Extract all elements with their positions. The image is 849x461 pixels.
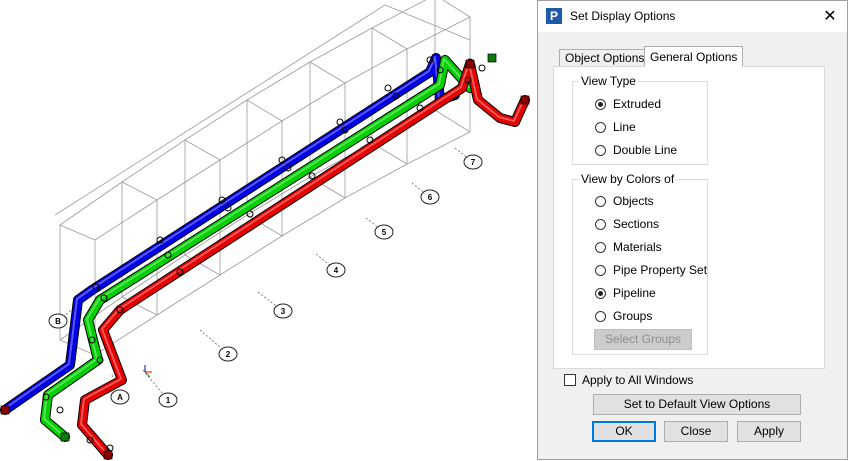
radio-label: Pipeline: [613, 286, 656, 300]
frame-member: [344, 163, 408, 199]
gridline-label: B: [55, 317, 61, 326]
radio-groups[interactable]: Groups: [595, 308, 652, 324]
select-groups-button[interactable]: Select Groups: [594, 329, 692, 350]
frame-member: [281, 82, 346, 122]
pipe-fitting-marker: [56, 406, 64, 414]
view-by-colors-group: View by Colors of Objects Sections Mater…: [572, 172, 708, 355]
close-icon[interactable]: ✕: [813, 1, 847, 32]
view-by-colors-title: View by Colors of: [579, 172, 677, 186]
radio-circle: [595, 310, 606, 322]
pipe-flange: [465, 59, 475, 69]
ok-button[interactable]: OK: [592, 421, 656, 442]
frame-member: [246, 61, 311, 101]
pipe-fitting-marker: [478, 64, 486, 72]
radio-label: Line: [613, 120, 636, 134]
gridline-label: 3: [281, 307, 286, 316]
radio-circle: [595, 121, 606, 133]
frame-member: [442, 0, 471, 18]
dialog-titlebar: P Set Display Options ✕: [538, 1, 847, 32]
radio-circle: [595, 98, 606, 110]
radio-line[interactable]: Line: [595, 119, 636, 135]
close-button[interactable]: Close: [664, 421, 728, 442]
frame-member: [156, 159, 221, 201]
radio-extruded[interactable]: Extruded: [595, 96, 661, 112]
pipe-flange: [103, 450, 113, 460]
frame-member: [384, 4, 471, 41]
checkbox-label: Apply to All Windows: [582, 373, 694, 387]
frame-member: [94, 199, 158, 241]
frame-member: [371, 27, 408, 50]
general-options-panel: View Type Extruded Line Double Line View…: [553, 66, 825, 369]
view-type-title: View Type: [579, 74, 638, 88]
frame-member: [219, 120, 283, 161]
frame-member: [184, 139, 221, 161]
radio-pipe-property-set[interactable]: Pipe Property Set: [595, 262, 707, 278]
pipeline-green-highlight: [43, 58, 470, 437]
tab-object-options[interactable]: Object Options: [559, 49, 651, 67]
radio-label: Sections: [613, 217, 660, 231]
radio-circle: [595, 218, 606, 230]
frame-member: [184, 99, 248, 141]
radio-objects[interactable]: Objects: [595, 193, 654, 209]
pipe-fitting-marker: [384, 84, 392, 92]
frame-member: [309, 61, 346, 84]
dialog-title: Set Display Options: [570, 9, 676, 23]
gridline-label: 4: [334, 266, 339, 275]
apply-button[interactable]: Apply: [737, 421, 801, 442]
frame-member: [406, 16, 471, 50]
radio-label: Pipe Property Set: [613, 263, 708, 277]
frame-member: [121, 139, 186, 183]
frame-member: [121, 181, 158, 201]
pipe-flange: [520, 95, 530, 105]
pipe-flange: [0, 405, 10, 415]
model-3d-viewport[interactable]: 1 2 3 4 5 6 7 A B: [0, 0, 537, 461]
tab-general-options[interactable]: General Options: [644, 46, 744, 67]
apply-to-all-windows-checkbox[interactable]: Apply to All Windows: [564, 373, 693, 387]
radio-materials[interactable]: Materials: [595, 239, 662, 255]
pipeline-green: [41, 56, 474, 441]
pipe-flange: [487, 53, 497, 63]
frame-member: [59, 224, 96, 241]
frame-member: [406, 131, 471, 165]
radio-circle: [595, 264, 606, 276]
radio-sections[interactable]: Sections: [595, 216, 659, 232]
gridline-label: 5: [382, 228, 387, 237]
axis-triad-y: [144, 371, 151, 378]
frame-member: [246, 99, 283, 122]
pipeline-green-outline: [40, 55, 475, 442]
radio-label: Objects: [613, 194, 654, 208]
gridline-label: A: [117, 393, 123, 402]
gridline-label: 6: [428, 193, 433, 202]
frame-member: [371, 0, 427, 29]
view-type-group: View Type Extruded Line Double Line: [572, 74, 708, 165]
radio-double-line[interactable]: Double Line: [595, 142, 677, 158]
gridline-label: 1: [166, 396, 171, 405]
radio-pipeline[interactable]: Pipeline: [595, 285, 656, 301]
radio-circle: [595, 195, 606, 207]
set-display-options-dialog: P Set Display Options ✕ Object Options G…: [537, 0, 848, 460]
app-icon: P: [546, 8, 562, 24]
pipe-flange: [60, 432, 70, 442]
radio-circle: [595, 144, 606, 156]
frame-member: [434, 109, 471, 133]
checkbox-box: [564, 374, 576, 386]
frame-member: [344, 48, 408, 84]
structure-wireframe: 1 2 3 4 5 6 7 A B: [0, 0, 530, 460]
radio-circle: [595, 287, 606, 299]
gridline-label: 2: [226, 350, 231, 359]
set-default-view-options-button[interactable]: Set to Default View Options: [593, 394, 801, 415]
radio-circle: [595, 241, 606, 253]
gridline-label: 7: [471, 158, 476, 167]
radio-label: Double Line: [613, 143, 678, 157]
frame-member: [59, 181, 123, 226]
radio-label: Groups: [613, 309, 653, 323]
radio-label: Materials: [613, 240, 662, 254]
radio-label: Extruded: [613, 97, 662, 111]
